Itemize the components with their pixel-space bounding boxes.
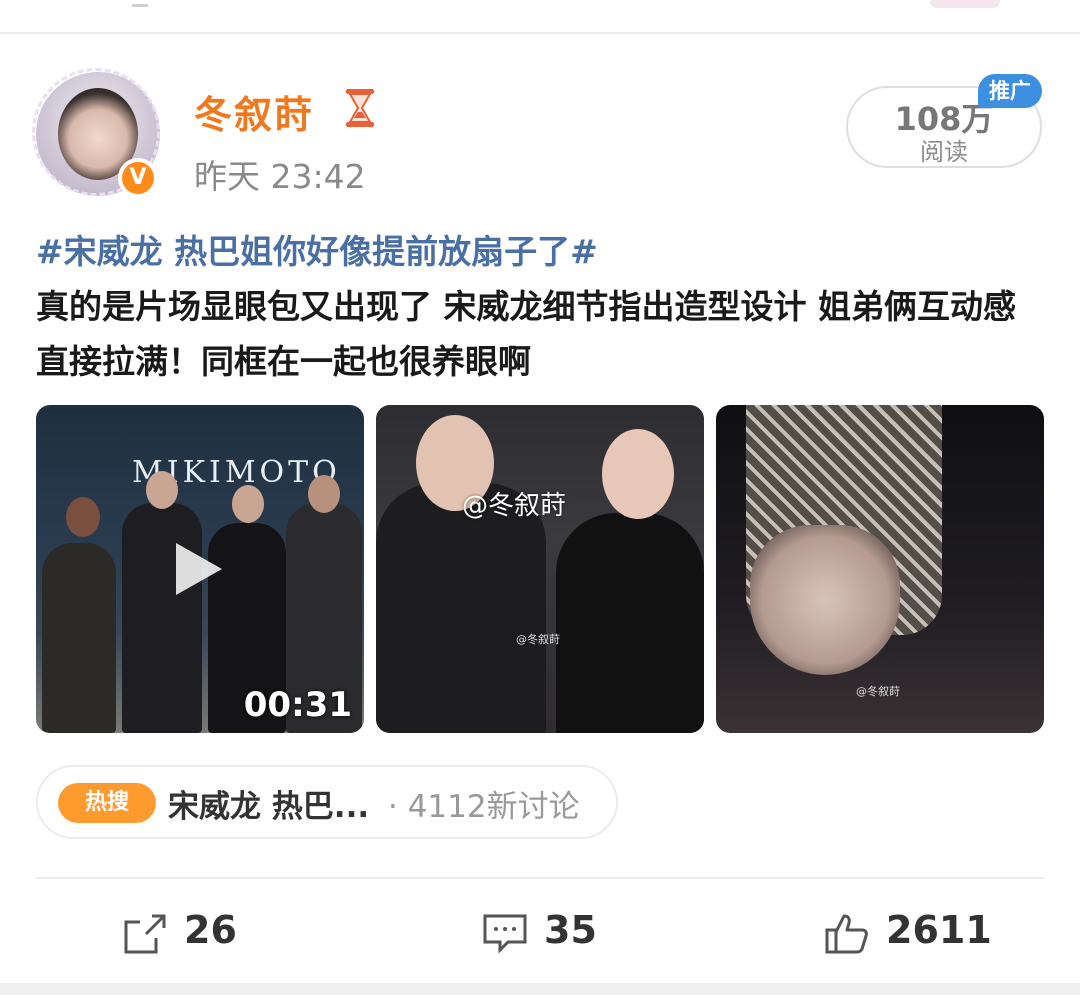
person-head <box>146 471 178 509</box>
read-label: 阅读 <box>920 138 968 166</box>
image-thumbnail[interactable]: @冬叙莳 <box>716 405 1044 733</box>
topic-link[interactable]: #宋威龙 热巴姐你好像提前放扇子了# <box>36 232 598 271</box>
verified-v-icon: V <box>118 158 158 198</box>
person-figure <box>42 543 116 733</box>
video-duration: 00:31 <box>243 685 352 725</box>
person-figure <box>556 513 704 733</box>
small-watermark: @冬叙莳 <box>856 685 900 698</box>
small-watermark: @冬叙莳 <box>516 633 560 646</box>
like-count: 2611 <box>886 908 992 952</box>
post-text: 真的是片场显眼包又出现了 宋威龙细节指出造型设计 姐弟俩互动感直接拉满！同框在一… <box>36 287 1016 381</box>
username[interactable]: 冬叙莳 <box>194 84 314 139</box>
video-thumbnail[interactable]: MIKIMOTO 00:31 <box>36 405 364 733</box>
image-thumbnail[interactable]: @冬叙莳 @冬叙莳 <box>376 405 704 733</box>
person-head <box>232 485 264 523</box>
person-head <box>308 475 340 513</box>
post-time: 昨天 23:42 <box>194 157 366 196</box>
post-body: #宋威龙 热巴姐你好像提前放扇子了# 真的是片场显眼包又出现了 宋威龙细节指出造… <box>36 224 1046 389</box>
face-image <box>750 525 900 675</box>
thumbs-up-icon <box>825 914 868 954</box>
hot-search-title: 宋威龙 热巴... <box>168 789 370 825</box>
top-partial-icon <box>132 0 148 7</box>
comment-count: 35 <box>544 908 597 952</box>
top-divider-strip <box>0 0 1080 34</box>
share-icon <box>124 914 166 954</box>
person-figure <box>122 503 202 733</box>
repost-count: 26 <box>184 908 237 952</box>
action-divider <box>36 877 1044 879</box>
hot-search-meta: · 4112新讨论 <box>388 789 580 825</box>
person-head <box>602 429 674 519</box>
promo-tag: 推广 <box>978 74 1042 108</box>
person-head <box>66 497 100 537</box>
hot-search-badge: 热搜 <box>58 783 156 823</box>
hot-search-chip[interactable]: 热搜 宋威龙 热巴... · 4112新讨论 <box>36 765 618 839</box>
bottom-separator <box>0 983 1080 995</box>
comment-icon <box>483 914 527 954</box>
watermark: @冬叙莳 <box>462 491 567 521</box>
hourglass-icon <box>346 89 374 127</box>
play-icon[interactable] <box>176 543 222 595</box>
top-decoration <box>930 0 1000 8</box>
